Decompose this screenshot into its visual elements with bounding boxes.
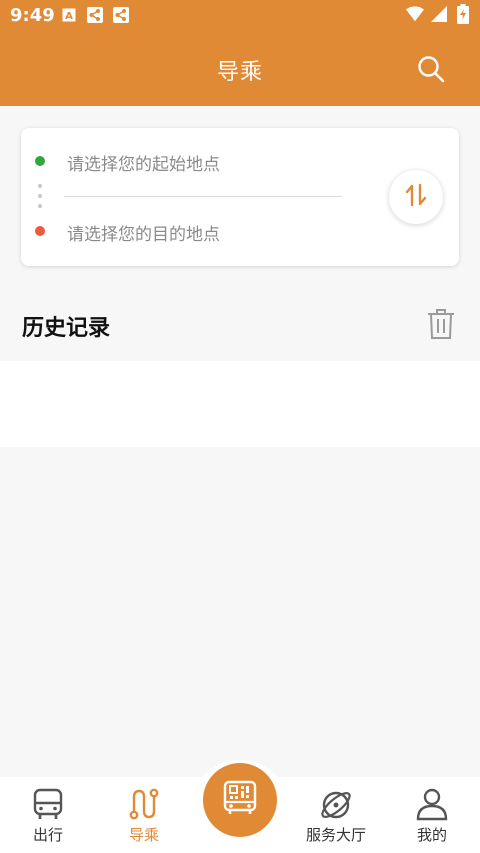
- swap-vertical-icon: [405, 183, 427, 211]
- bus-icon: [31, 787, 65, 823]
- wifi-icon: [406, 5, 424, 23]
- route-icon: [127, 787, 161, 823]
- a-badge-icon: A: [60, 6, 78, 24]
- nav-item-service-hall[interactable]: 服务大厅: [288, 777, 384, 853]
- share-icon: [112, 6, 130, 24]
- signal-icon: [430, 5, 448, 23]
- history-list: [0, 361, 480, 447]
- nav-label-service-hall: 服务大厅: [305, 826, 366, 844]
- connector-dot: [38, 194, 42, 198]
- search-icon[interactable]: [416, 54, 446, 84]
- history-header: 历史记录: [0, 288, 480, 360]
- share-icon: [86, 6, 104, 24]
- status-time: 9:49: [10, 5, 55, 26]
- end-dot: [35, 226, 45, 236]
- planet-icon: [318, 787, 354, 823]
- nav-item-mine[interactable]: 我的: [384, 777, 480, 853]
- route-card: 请选择您的起始地点 请选择您的目的地点: [21, 128, 459, 266]
- center-qr-button[interactable]: [203, 763, 277, 837]
- status-bar: 9:49 A: [0, 0, 480, 32]
- start-location-input[interactable]: 请选择您的起始地点: [67, 150, 220, 175]
- nav-item-guide[interactable]: 导乘: [96, 777, 192, 853]
- history-title: 历史记录: [22, 316, 111, 341]
- qr-bus-icon: [222, 780, 258, 820]
- connector-dot: [38, 204, 42, 208]
- nav-label-mine: 我的: [416, 826, 447, 844]
- swap-button[interactable]: [389, 170, 443, 224]
- person-icon: [415, 787, 449, 823]
- connector-dot: [38, 184, 42, 188]
- trash-icon[interactable]: [426, 308, 456, 340]
- end-location-input[interactable]: 请选择您的目的地点: [67, 220, 220, 245]
- nav-label-guide: 导乘: [128, 826, 159, 844]
- start-dot: [35, 156, 45, 166]
- nav-item-travel[interactable]: 出行: [0, 777, 96, 853]
- app-bar: 导乘: [0, 32, 480, 106]
- svg-text:A: A: [65, 11, 73, 22]
- divider: [64, 196, 342, 197]
- battery-icon: [454, 4, 472, 24]
- nav-label-travel: 出行: [32, 826, 63, 844]
- page-title: 导乘: [216, 60, 263, 85]
